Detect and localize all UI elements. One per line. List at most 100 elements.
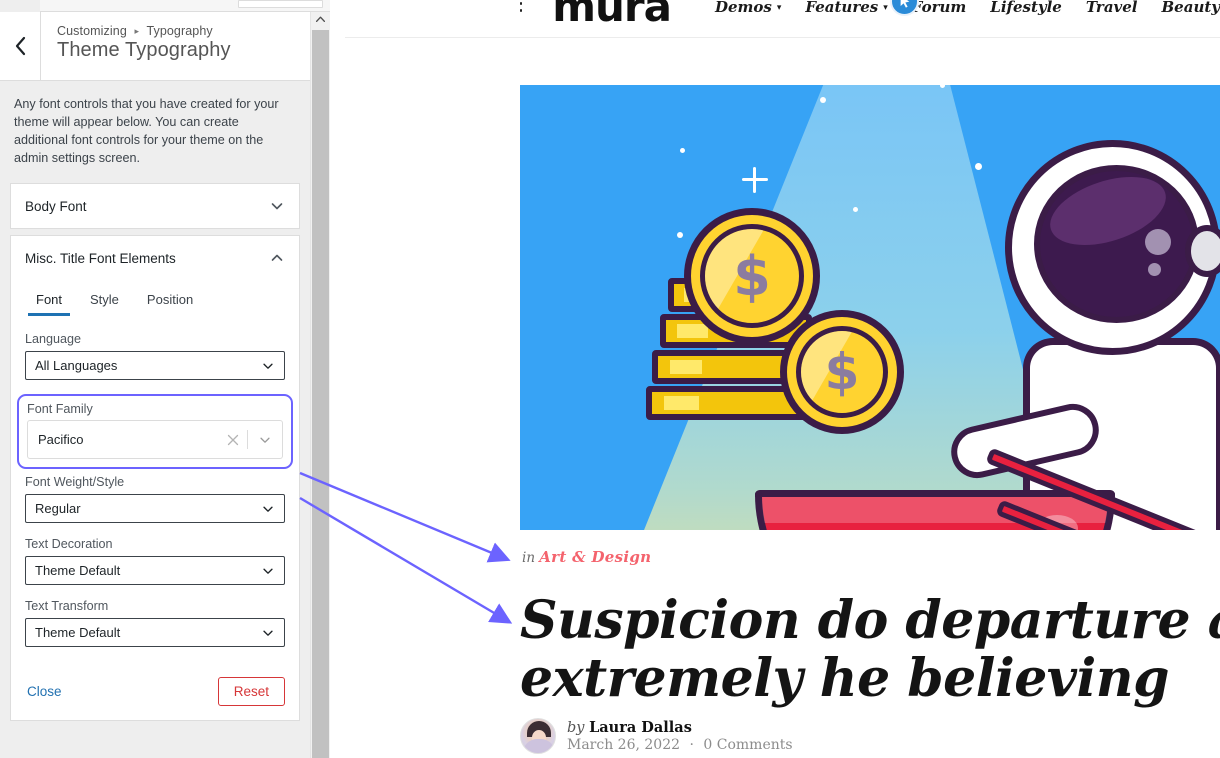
customizer-sidebar: Customizing ▸ Typography Theme Typograph… bbox=[0, 0, 345, 758]
meta-separator: · bbox=[689, 737, 694, 753]
breadcrumb-parent[interactable]: Customizing bbox=[57, 24, 127, 38]
font-weight-style-value: Regular bbox=[35, 501, 81, 516]
panel-description: Any font controls that you have created … bbox=[14, 97, 279, 165]
post-meta-line: March 26, 2022 · 0 Comments bbox=[567, 737, 793, 753]
chevron-down-icon: ▾ bbox=[776, 2, 782, 13]
scrollbar-thumb[interactable] bbox=[312, 30, 329, 758]
byline-text: by Laura Dallas March 26, 2022 · 0 Comme… bbox=[567, 719, 793, 753]
main-nav: Demos ▾ Features ▾ Forum Lifestyle Trave… bbox=[715, 0, 1220, 16]
coins-group: $ $ bbox=[646, 190, 1215, 530]
font-weight-style-select[interactable]: Regular bbox=[25, 494, 285, 523]
language-label: Language bbox=[25, 332, 82, 346]
text-transform-label: Text Transform bbox=[25, 599, 109, 613]
comments-count[interactable]: 0 Comments bbox=[703, 737, 792, 753]
chevron-left-icon bbox=[14, 36, 27, 56]
close-icon[interactable] bbox=[219, 434, 247, 446]
post-date: March 26, 2022 bbox=[567, 737, 681, 753]
top-strip-partial-field[interactable] bbox=[238, 0, 323, 8]
panel-body-font-title: Body Font bbox=[25, 198, 87, 214]
chevron-down-icon[interactable] bbox=[248, 433, 282, 447]
star bbox=[680, 148, 685, 153]
text-decoration-value: Theme Default bbox=[35, 563, 121, 578]
screen: Customizing ▸ Typography Theme Typograph… bbox=[0, 0, 1220, 758]
field-language: Language All Languages bbox=[25, 332, 285, 380]
nav-label: Travel bbox=[1085, 0, 1138, 16]
chevron-down-icon: ▾ bbox=[883, 2, 888, 13]
language-value: All Languages bbox=[35, 358, 118, 373]
hamburger-menu-icon[interactable] bbox=[520, 0, 523, 16]
customizer-top-strip bbox=[0, 0, 345, 12]
post-byline: by Laura Dallas March 26, 2022 · 0 Comme… bbox=[520, 718, 793, 754]
field-text-transform: Text Transform Theme Default bbox=[25, 599, 285, 647]
author-prefix: by bbox=[567, 720, 585, 736]
nav-item-demos[interactable]: Demos ▾ bbox=[715, 0, 781, 16]
chevron-down-icon bbox=[261, 502, 275, 516]
nav-label: Lifestyle bbox=[990, 0, 1062, 16]
visor-dot bbox=[1148, 263, 1161, 276]
breadcrumb-separator: ▸ bbox=[134, 26, 140, 36]
panel-body-font-header[interactable]: Body Font bbox=[11, 184, 299, 228]
site-logo[interactable]: mura bbox=[552, 0, 672, 31]
close-button[interactable]: Close bbox=[25, 678, 64, 705]
dollar-sign: $ bbox=[824, 343, 860, 401]
tab-position[interactable]: Position bbox=[136, 286, 204, 316]
coin: $ bbox=[780, 310, 904, 434]
post-category-meta: in Art & Design bbox=[522, 548, 651, 566]
nav-item-lifestyle[interactable]: Lifestyle bbox=[990, 0, 1062, 16]
settings-tabs: Font Style Position bbox=[25, 280, 285, 316]
breadcrumb-current: Typography bbox=[146, 24, 213, 38]
font-family-value: Pacifico bbox=[38, 432, 84, 447]
site-preview: mura Demos ▾ Features ▾ Forum Lifestyle … bbox=[345, 0, 1220, 758]
language-select[interactable]: All Languages bbox=[25, 351, 285, 380]
site-header: mura Demos ▾ Features ▾ Forum Lifestyle … bbox=[345, 0, 1220, 38]
author-link[interactable]: Laura Dallas bbox=[589, 719, 692, 736]
font-family-select[interactable]: Pacifico bbox=[27, 420, 283, 459]
tab-style[interactable]: Style bbox=[79, 286, 130, 316]
tab-font[interactable]: Font bbox=[25, 286, 73, 316]
featured-image[interactable]: $ $ bbox=[520, 85, 1220, 530]
reset-button[interactable]: Reset bbox=[217, 677, 285, 706]
panel-body-font: Body Font bbox=[10, 183, 300, 229]
font-family-highlight: Font Family Pacifico bbox=[17, 394, 293, 469]
astronaut-visor bbox=[1034, 165, 1199, 323]
chevron-down-icon bbox=[261, 359, 275, 373]
chevron-up-icon bbox=[269, 250, 285, 266]
nav-item-features[interactable]: Features ▾ bbox=[805, 0, 887, 16]
star bbox=[820, 97, 826, 103]
text-decoration-select[interactable]: Theme Default bbox=[25, 556, 285, 585]
nav-item-travel[interactable]: Travel bbox=[1086, 0, 1138, 16]
chevron-down-icon bbox=[261, 626, 275, 640]
chevron-down-icon bbox=[269, 198, 285, 214]
author-line: by Laura Dallas bbox=[567, 719, 793, 736]
nav-label: Features bbox=[805, 0, 879, 16]
chevron-down-icon bbox=[261, 564, 275, 578]
nav-label: Forum bbox=[911, 0, 967, 16]
category-prefix: in bbox=[522, 550, 536, 566]
text-decoration-label: Text Decoration bbox=[25, 537, 113, 551]
nav-label: Demos bbox=[714, 0, 772, 16]
post-title[interactable]: Suspicion do departure at extremely he b… bbox=[520, 592, 1220, 708]
customizer-gutter bbox=[330, 0, 345, 758]
field-text-decoration: Text Decoration Theme Default bbox=[25, 537, 285, 585]
top-strip-left-pad bbox=[0, 0, 40, 12]
category-link[interactable]: Art & Design bbox=[539, 548, 651, 566]
font-family-label: Font Family bbox=[27, 402, 93, 416]
customizer-scrollbar[interactable] bbox=[310, 12, 330, 758]
panel-misc-title-body: Font Style Position Language All Languag… bbox=[11, 280, 299, 720]
nav-item-beauty[interactable]: Beauty bbox=[1162, 0, 1220, 16]
page-title: Theme Typography bbox=[57, 39, 231, 61]
panel-actions: Close Reset bbox=[25, 661, 285, 706]
back-button[interactable] bbox=[0, 12, 41, 80]
scrollbar-up-button[interactable] bbox=[311, 12, 330, 30]
panel-misc-title-header[interactable]: Misc. Title Font Elements bbox=[11, 236, 299, 280]
panel-misc-title-label: Misc. Title Font Elements bbox=[25, 250, 176, 266]
customizer-header: Customizing ▸ Typography Theme Typograph… bbox=[0, 12, 310, 81]
text-transform-select[interactable]: Theme Default bbox=[25, 618, 285, 647]
avatar bbox=[520, 718, 556, 754]
nav-item-forum[interactable]: Forum bbox=[912, 0, 967, 16]
nav-label: Beauty bbox=[1161, 0, 1220, 16]
breadcrumb: Customizing ▸ Typography bbox=[57, 24, 310, 38]
customizer-titles: Customizing ▸ Typography Theme Typograph… bbox=[41, 12, 310, 80]
astronaut-figure bbox=[946, 140, 1220, 530]
font-weight-style-label: Font Weight/Style bbox=[25, 475, 125, 489]
